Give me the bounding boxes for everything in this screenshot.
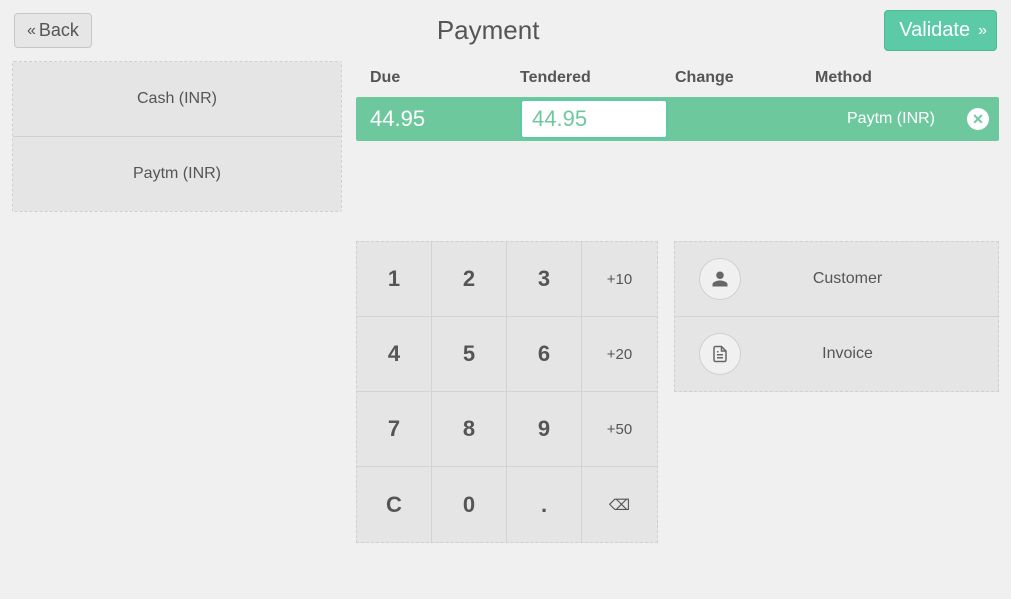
numpad-plus50[interactable]: +50 — [582, 392, 657, 467]
close-icon: ✕ — [972, 111, 984, 128]
paymentline-row[interactable]: 44.95 Paytm (INR) ✕ — [356, 97, 999, 141]
payment-method-cash[interactable]: Cash (INR) — [13, 62, 341, 137]
back-button[interactable]: « Back — [14, 13, 92, 48]
paymentlines-header: Due Tendered Change Method — [356, 61, 999, 97]
delete-paymentline-button[interactable]: ✕ — [967, 108, 989, 130]
numpad-1[interactable]: 1 — [357, 242, 432, 317]
customer-button[interactable]: Customer — [675, 242, 998, 317]
chevron-right-icon: » — [978, 22, 982, 40]
numpad-0[interactable]: 0 — [432, 467, 507, 542]
back-label: Back — [39, 20, 79, 41]
numpad-dot[interactable]: . — [507, 467, 582, 542]
header-method: Method — [815, 69, 985, 87]
header-due: Due — [370, 69, 520, 87]
payment-method-paytm[interactable]: Paytm (INR) — [13, 137, 341, 211]
numpad-9[interactable]: 9 — [507, 392, 582, 467]
validate-label: Validate — [899, 19, 970, 42]
numpad-5[interactable]: 5 — [432, 317, 507, 392]
payment-method-list: Cash (INR) Paytm (INR) — [12, 61, 342, 212]
header-tendered: Tendered — [520, 69, 675, 87]
numpad-7[interactable]: 7 — [357, 392, 432, 467]
document-icon — [699, 333, 741, 375]
chevron-left-icon: « — [27, 22, 31, 40]
numpad-6[interactable]: 6 — [507, 317, 582, 392]
numpad-4[interactable]: 4 — [357, 317, 432, 392]
numpad-clear[interactable]: C — [357, 467, 432, 542]
backspace-icon: ⌫ — [609, 497, 630, 514]
numpad-backspace[interactable]: ⌫ — [582, 467, 657, 542]
paymentline-due: 44.95 — [370, 106, 520, 132]
payment-method-label: Cash (INR) — [137, 90, 217, 107]
numpad-plus20[interactable]: +20 — [582, 317, 657, 392]
page-title: Payment — [437, 15, 540, 46]
invoice-label: Invoice — [761, 345, 974, 363]
paymentline-method: Paytm (INR) — [815, 110, 967, 128]
actions-panel: Customer Invoice — [674, 241, 999, 392]
invoice-button[interactable]: Invoice — [675, 317, 998, 391]
payment-method-label: Paytm (INR) — [133, 165, 221, 182]
user-icon — [699, 258, 741, 300]
header-change: Change — [675, 69, 815, 87]
numpad-2[interactable]: 2 — [432, 242, 507, 317]
numpad-8[interactable]: 8 — [432, 392, 507, 467]
tendered-input[interactable] — [520, 99, 668, 139]
numpad-3[interactable]: 3 — [507, 242, 582, 317]
validate-button[interactable]: Validate » — [884, 10, 997, 51]
numpad: 1 2 3 +10 4 5 6 +20 7 8 9 +50 C 0 . ⌫ — [356, 241, 658, 543]
customer-label: Customer — [761, 270, 974, 288]
numpad-plus10[interactable]: +10 — [582, 242, 657, 317]
